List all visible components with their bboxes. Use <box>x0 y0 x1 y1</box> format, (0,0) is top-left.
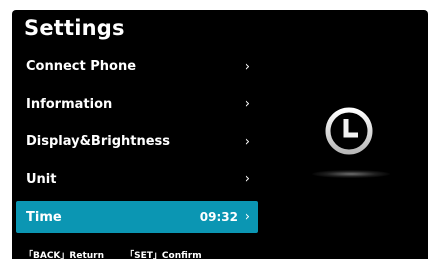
menu-item-label: Information <box>26 96 113 112</box>
menu-item-label: Unit <box>26 171 57 187</box>
back-hint: 「BACK」Return <box>24 251 104 259</box>
clock-icon <box>324 106 374 156</box>
set-hint: 「SET」Confirm <box>125 251 202 259</box>
chevron-right-icon: › <box>244 59 250 75</box>
menu-item-time[interactable]: Time 09:32 › <box>16 201 258 233</box>
chevron-right-icon: › <box>244 171 250 187</box>
time-value: 09:32 <box>199 210 238 224</box>
chevron-right-icon: › <box>244 134 250 150</box>
device-screen: Settings Connect Phone › Information › D… <box>12 10 428 259</box>
menu-item-connect-phone[interactable]: Connect Phone › <box>16 48 258 86</box>
menu-item-display-brightness[interactable]: Display&Brightness › <box>16 123 258 161</box>
menu-item-unit[interactable]: Unit › <box>16 161 258 199</box>
chevron-right-icon: › <box>244 96 250 112</box>
button-hints: 「BACK」Return 「SET」Confirm <box>24 248 202 259</box>
icon-reflection <box>312 170 390 178</box>
chevron-right-icon: › <box>244 209 250 225</box>
menu-item-information[interactable]: Information › <box>16 86 258 124</box>
settings-menu: Connect Phone › Information › Display&Br… <box>16 48 258 233</box>
page-title: Settings <box>24 16 125 40</box>
menu-item-label: Display&Brightness <box>26 134 171 150</box>
menu-item-label: Time <box>26 209 62 225</box>
menu-item-label: Connect Phone <box>26 59 137 75</box>
